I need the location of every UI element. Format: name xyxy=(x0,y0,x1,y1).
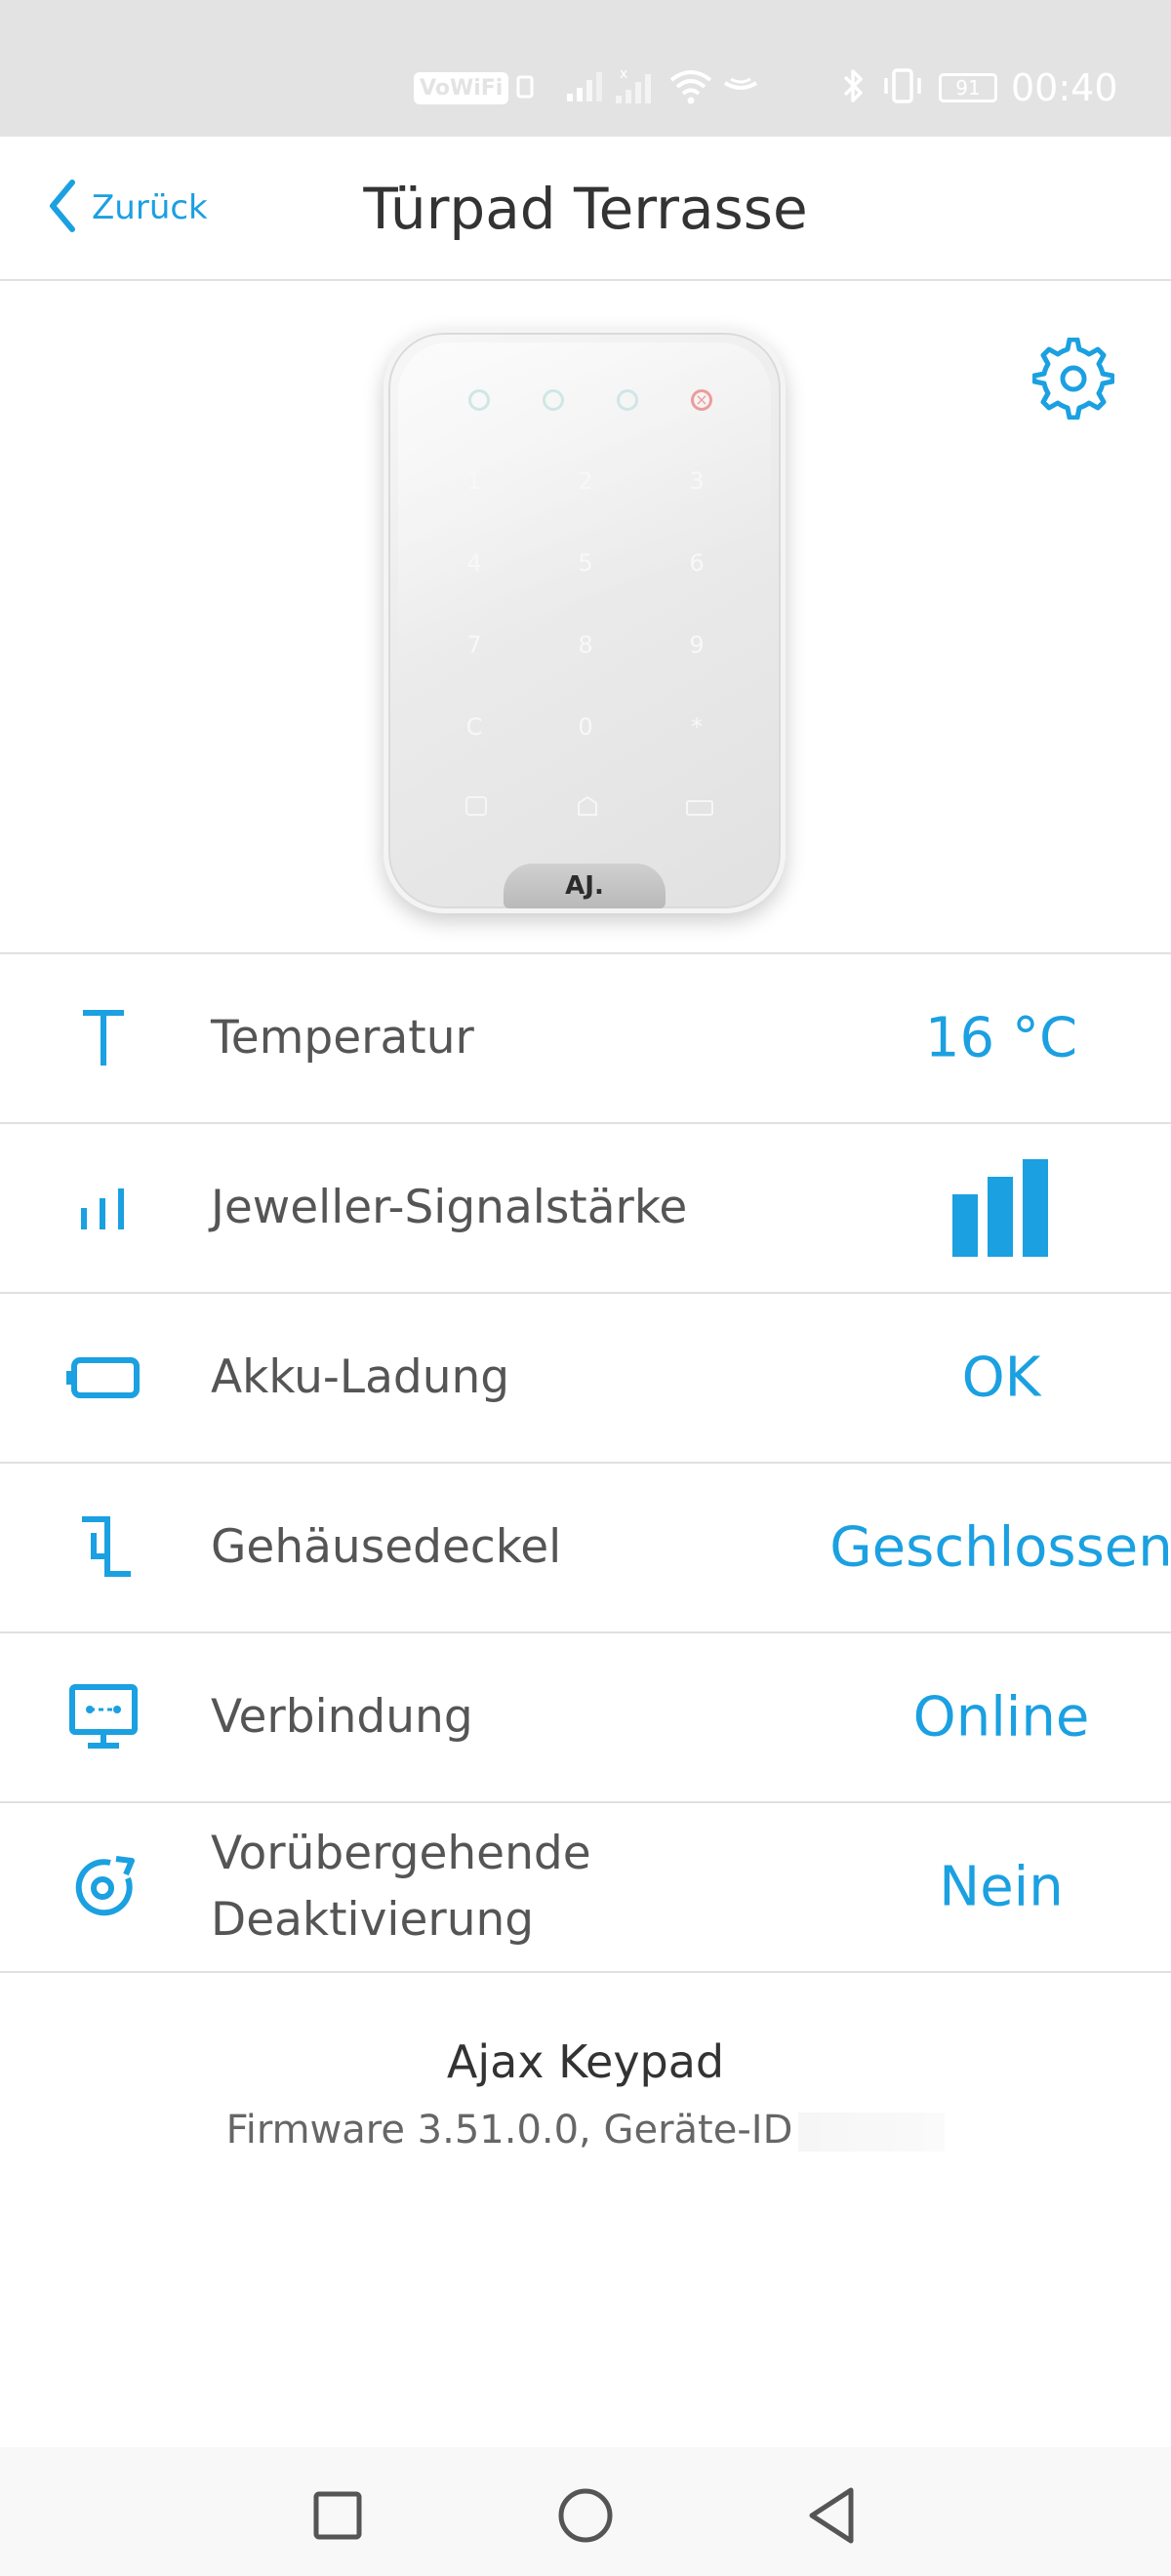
gear-icon xyxy=(1031,337,1115,423)
firmware-info: Firmware 3.51.0.0, Geräte-ID xyxy=(0,2108,1171,2153)
status-left-icons: VoWiFi x xyxy=(414,60,760,115)
row-signal: Jeweller-Signalstärke xyxy=(0,1124,1171,1294)
device-id-redacted xyxy=(798,2113,946,2152)
signal-icon xyxy=(64,1169,142,1247)
back-nav-button[interactable] xyxy=(794,2476,872,2555)
keypad-glare xyxy=(398,342,771,821)
square-icon xyxy=(299,2491,377,2558)
hotspot-icon xyxy=(721,71,760,104)
night-key-icon xyxy=(685,795,714,821)
temperature-icon xyxy=(64,999,142,1077)
row-label: Temperatur xyxy=(211,1011,474,1065)
keypad-key: 9 xyxy=(689,631,705,659)
lid-icon xyxy=(64,1509,142,1587)
row-label: Gehäusedeckel xyxy=(211,1520,562,1574)
deactivation-value: Nein xyxy=(939,1855,1064,1919)
keypad-key: * xyxy=(691,713,703,741)
home-button[interactable] xyxy=(546,2476,625,2555)
device-status-list: Temperatur 16 °C Jeweller-Signalstärke A… xyxy=(0,954,1171,1973)
row-label: Vorübergehende Deaktivierung xyxy=(211,1821,591,1953)
disarm-key-icon xyxy=(576,795,599,821)
keypad-key: 7 xyxy=(466,631,482,659)
keypad-key: 8 xyxy=(578,631,593,659)
row-temporary-deactivation: Vorübergehende Deaktivierung Nein xyxy=(0,1803,1171,1973)
row-label: Jeweller-Signalstärke xyxy=(211,1181,688,1234)
indicator-armed-icon xyxy=(468,389,490,411)
keypad-key: 5 xyxy=(578,549,593,577)
connection-value: Online xyxy=(912,1685,1090,1750)
row-lid: Gehäusedeckel Geschlossen xyxy=(0,1464,1171,1633)
indicator-fault-icon: × xyxy=(691,389,712,411)
arm-key-icon xyxy=(464,795,488,821)
indicator-disarmed-icon xyxy=(617,389,638,411)
status-right-icons: 91 00:40 xyxy=(841,60,1118,115)
row-temperature: Temperatur 16 °C xyxy=(0,954,1171,1124)
clock: 00:40 xyxy=(1011,66,1118,109)
row-label-line1: Vorübergehende xyxy=(211,1827,591,1880)
device-hero: × 1 2 3 4 5 6 7 8 9 C 0 * AJ. xyxy=(0,281,1171,954)
row-label: Verbindung xyxy=(211,1690,473,1744)
wifi-icon xyxy=(668,66,713,109)
vibrate-icon xyxy=(880,66,925,109)
deactivation-icon xyxy=(64,1848,142,1926)
keypad-key: 0 xyxy=(578,713,593,741)
lid-value: Geschlossen xyxy=(829,1515,1171,1580)
device-model: Ajax Keypad xyxy=(446,2035,725,2088)
cell-signal-icon xyxy=(565,68,608,107)
firmware-text: Firmware 3.51.0.0, Geräte-ID xyxy=(225,2108,793,2153)
battery-status-icon: 91 xyxy=(939,73,997,102)
cell-signal-2-icon: x xyxy=(614,66,657,109)
triangle-back-icon xyxy=(794,2487,872,2558)
keypad-key: C xyxy=(465,713,483,741)
system-nav-bar xyxy=(0,2447,1171,2576)
keypad-key: 4 xyxy=(466,549,482,577)
keypad-key: 2 xyxy=(578,467,593,495)
app-bar: Zurück Türpad Terrasse xyxy=(0,137,1171,281)
bluetooth-icon xyxy=(841,66,867,109)
keypad-key: 6 xyxy=(689,549,705,577)
temperature-value: 16 °C xyxy=(924,1006,1078,1070)
battery-value: OK xyxy=(961,1346,1041,1410)
row-label: Akku-Ladung xyxy=(211,1350,510,1404)
keypad-logo: AJ. xyxy=(504,864,666,908)
sim-icon xyxy=(516,71,536,104)
battery-icon xyxy=(64,1339,142,1417)
svg-text:x: x xyxy=(620,66,627,82)
row-label-line2: Deaktivierung xyxy=(211,1893,535,1947)
settings-button[interactable] xyxy=(1031,337,1115,423)
keypad-key: 3 xyxy=(689,467,705,495)
battery-percent: 91 xyxy=(955,76,981,100)
keypad-key: 1 xyxy=(466,467,482,495)
status-bar: VoWiFi x 91 00:40 xyxy=(0,0,1171,137)
vowifi-badge: VoWiFi xyxy=(414,71,509,104)
indicator-night-icon xyxy=(543,389,564,411)
row-battery: Akku-Ladung OK xyxy=(0,1294,1171,1464)
keypad-device-image: × 1 2 3 4 5 6 7 8 9 C 0 * AJ. xyxy=(384,328,786,913)
connection-icon xyxy=(64,1678,142,1756)
circle-icon xyxy=(546,2488,625,2558)
row-connection: Verbindung Online xyxy=(0,1633,1171,1803)
signal-strength-bars xyxy=(950,1159,1052,1257)
page-title: Türpad Terrasse xyxy=(363,176,808,242)
recent-apps-button[interactable] xyxy=(299,2476,377,2555)
